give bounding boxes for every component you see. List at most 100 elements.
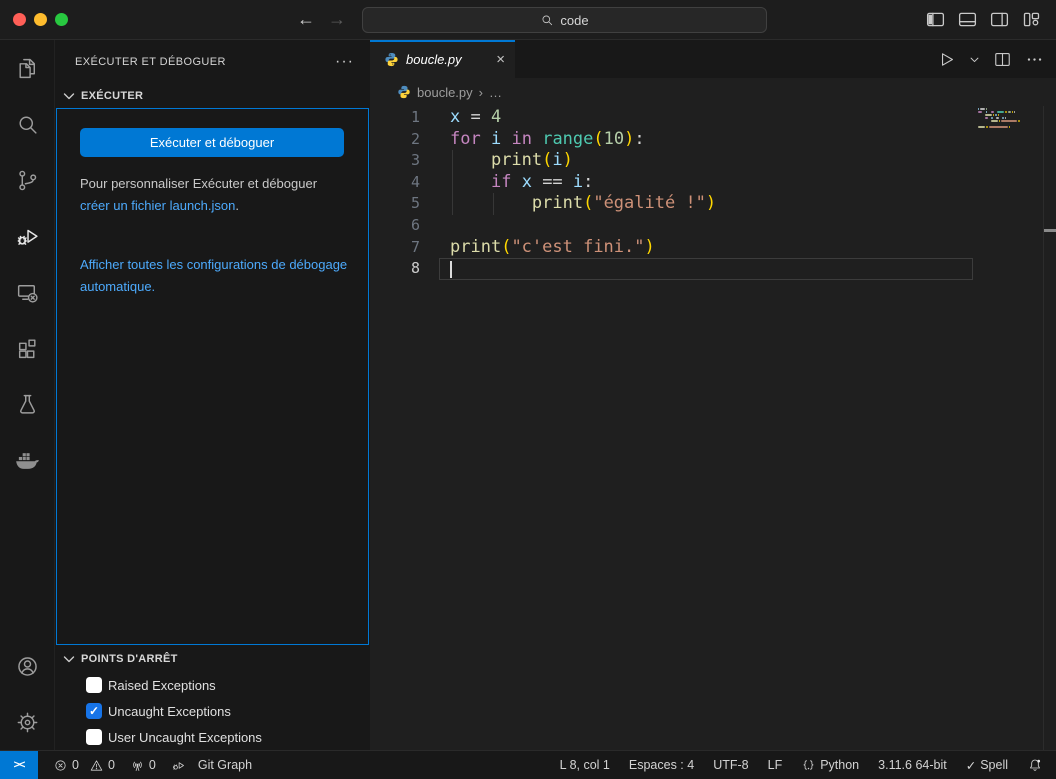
title-bar: ← → code	[0, 0, 1056, 40]
tab-bar: boucle.py ×	[370, 40, 1056, 78]
toggle-secondary-sidebar-icon[interactable]	[989, 9, 1010, 30]
line-number[interactable]: 8	[370, 258, 420, 280]
breakpoint-label: User Uncaught Exceptions	[108, 730, 262, 745]
python-icon	[397, 85, 411, 99]
warning-icon	[89, 758, 104, 773]
close-window-button[interactable]	[13, 13, 26, 26]
error-icon	[53, 758, 68, 773]
account-button[interactable]	[0, 638, 54, 694]
breakpoint-row[interactable]: ✓Uncaught Exceptions	[55, 698, 370, 724]
back-icon[interactable]: ←	[293, 6, 319, 32]
forward-icon[interactable]: →	[324, 6, 350, 32]
toggle-panel-icon[interactable]	[957, 9, 978, 30]
encoding-status[interactable]: UTF-8	[713, 758, 748, 772]
split-editor-icon[interactable]	[993, 50, 1012, 69]
code-line[interactable]: print(i)	[450, 150, 573, 172]
breakpoint-label: Raised Exceptions	[108, 678, 216, 693]
line-number[interactable]: 3	[370, 150, 420, 172]
more-actions-icon[interactable]: ···	[335, 53, 354, 71]
code-line[interactable]: for i in range(10):	[450, 129, 645, 151]
breakpoint-row[interactable]: User Uncaught Exceptions	[55, 724, 370, 750]
editor-more-actions-icon[interactable]	[1025, 50, 1044, 69]
indentation-status[interactable]: Espaces : 4	[629, 758, 694, 772]
language-label: Python	[820, 758, 859, 772]
breadcrumb-symbol[interactable]: …	[489, 85, 502, 100]
docker-whale-icon	[14, 447, 40, 473]
create-launch-json-link[interactable]: créer un fichier launch.json	[80, 198, 235, 213]
tab-boucle-py[interactable]: boucle.py ×	[370, 40, 515, 78]
search-value: code	[560, 13, 588, 28]
breadcrumb-separator: ›	[479, 85, 483, 100]
run-and-debug-icon	[15, 224, 40, 249]
sidebar-item-remote-explorer[interactable]	[0, 264, 54, 320]
checkbox-checked[interactable]: ✓	[86, 703, 102, 719]
sidebar-item-extensions[interactable]	[0, 320, 54, 376]
customize-hint: Pour personnaliser Exécuter et déboguer …	[80, 173, 350, 216]
sidebar-item-search[interactable]	[0, 96, 54, 152]
chevron-down-icon	[61, 651, 77, 667]
error-count: 0	[72, 758, 79, 772]
run-file-icon[interactable]	[937, 50, 956, 69]
ports-count: 0	[149, 758, 156, 772]
git-graph-label: Git Graph	[198, 758, 252, 772]
run-dropdown-chevron-icon[interactable]	[969, 54, 980, 65]
chevron-down-icon	[61, 88, 77, 104]
braces-icon	[801, 758, 816, 773]
source-control-icon	[15, 168, 40, 193]
code-line[interactable]: print("c'est fini.")	[450, 237, 655, 259]
zoom-window-button[interactable]	[55, 13, 68, 26]
interpreter-status[interactable]: 3.11.6 64-bit	[878, 758, 947, 772]
line-number[interactable]: 2	[370, 129, 420, 151]
tab-label: boucle.py	[406, 52, 462, 67]
checkbox-unchecked[interactable]	[86, 677, 102, 693]
spell-status[interactable]: ✓ Spell	[966, 758, 1008, 773]
breadcrumb[interactable]: boucle.py › …	[370, 78, 1056, 106]
run-and-debug-button[interactable]: Exécuter et déboguer	[80, 128, 344, 157]
sidebar-item-docker[interactable]	[0, 432, 54, 488]
remote-indicator[interactable]: ><	[0, 751, 38, 779]
customize-layout-icon[interactable]	[1021, 9, 1042, 30]
checkbox-unchecked[interactable]	[86, 729, 102, 745]
git-graph-status[interactable]: Git Graph	[171, 758, 252, 773]
notifications-bell[interactable]	[1027, 757, 1043, 773]
line-number[interactable]: 5	[370, 193, 420, 215]
close-tab-icon[interactable]: ×	[496, 51, 505, 68]
section-breakpoints[interactable]: POINTS D'ARRÊT	[55, 648, 370, 670]
minimap[interactable]	[978, 108, 1038, 132]
show-auto-debug-configs-link[interactable]: Afficher toutes les configurations de dé…	[80, 257, 347, 294]
flask-icon	[15, 392, 40, 417]
toggle-primary-sidebar-icon[interactable]	[925, 9, 946, 30]
sidebar-item-testing[interactable]	[0, 376, 54, 432]
account-icon	[15, 654, 40, 679]
problems-status[interactable]: 0 0	[53, 758, 115, 773]
line-number[interactable]: 7	[370, 237, 420, 259]
window-controls	[13, 13, 68, 26]
code-line[interactable]: print("égalité !")	[450, 193, 716, 215]
line-number[interactable]: 1	[370, 107, 420, 129]
sidebar-item-source-control[interactable]	[0, 152, 54, 208]
language-status[interactable]: Python	[801, 758, 859, 773]
section-executer[interactable]: EXÉCUTER	[55, 85, 370, 107]
check-icon: ✓	[966, 758, 976, 773]
sidebar-item-run-and-debug[interactable]	[0, 208, 54, 264]
breadcrumb-file[interactable]: boucle.py	[417, 85, 473, 100]
search-icon	[15, 112, 40, 137]
cursor-position-status[interactable]: L 8, col 1	[560, 758, 610, 772]
text-cursor	[450, 261, 452, 278]
sidebar-item-explorer[interactable]	[0, 40, 54, 96]
hint-suffix: .	[235, 198, 239, 213]
hint-text: Pour personnaliser Exécuter et déboguer	[80, 176, 317, 191]
section-executer-label: EXÉCUTER	[81, 90, 143, 102]
code-line[interactable]: if x == i:	[450, 172, 593, 194]
settings-button[interactable]	[0, 694, 54, 750]
line-number[interactable]: 6	[370, 215, 420, 237]
minimize-window-button[interactable]	[34, 13, 47, 26]
ports-status[interactable]: 0	[130, 758, 156, 773]
line-number[interactable]: 4	[370, 172, 420, 194]
run-and-debug-sidebar: EXÉCUTER ET DÉBOGUER ··· EXÉCUTER Exécut…	[55, 40, 370, 750]
command-center-search[interactable]: code	[362, 7, 767, 33]
code-line[interactable]: x = 4	[450, 107, 501, 129]
breakpoint-row[interactable]: Raised Exceptions	[55, 672, 370, 698]
eol-status[interactable]: LF	[768, 758, 783, 772]
code-editor[interactable]: 12345678 x = 4for i in range(10): print(…	[370, 106, 1056, 750]
